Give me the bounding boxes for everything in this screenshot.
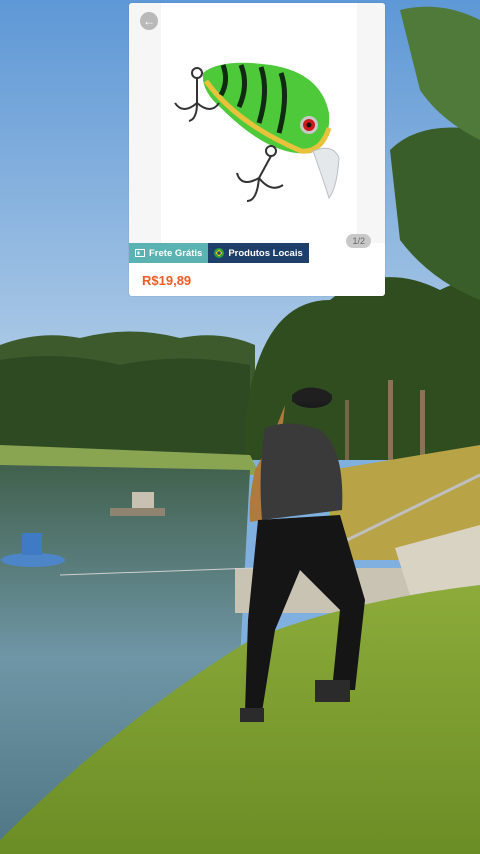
arrow-left-icon[interactable]: ← [140,12,158,30]
product-image-area[interactable]: ← 1/2 [129,3,385,248]
local-products-label: Produtos Locais [228,247,303,259]
free-shipping-badge: Frete Grátis [129,243,209,263]
product-ad-card[interactable]: ← 1/2 Frete Grátis Produtos Locais R$19,… [129,3,385,296]
brazil-flag-icon [214,248,225,258]
local-products-badge: Produtos Locais [208,243,309,263]
free-shipping-label: Frete Grátis [149,247,203,259]
image-pager: 1/2 [346,234,371,248]
product-image [161,3,357,243]
badge-row: Frete Grátis Produtos Locais [129,243,309,263]
product-price: R$19,89 [142,273,192,288]
truck-icon [135,249,145,257]
fishing-lure-image [174,62,340,202]
